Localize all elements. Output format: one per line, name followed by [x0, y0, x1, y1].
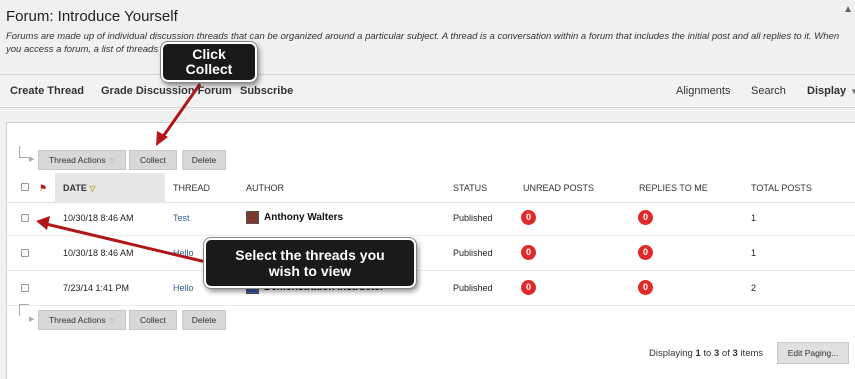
callout-line: Collect: [185, 61, 233, 77]
bracket-line: [19, 146, 29, 158]
collect-button[interactable]: Collect: [129, 310, 177, 330]
table-row: 10/30/18 8:46 AM Hello Published 0 0 1: [7, 236, 855, 271]
delete-button[interactable]: Delete: [182, 150, 226, 170]
unread-column-header[interactable]: UNREAD POSTS: [523, 183, 594, 193]
unread-badge[interactable]: 0: [521, 280, 536, 295]
row-status: Published: [453, 248, 493, 258]
arrow-right-icon: ▶: [29, 156, 35, 163]
chevron-down-icon: ▼: [850, 87, 855, 96]
total-column-header[interactable]: TOTAL POSTS: [751, 183, 812, 193]
row-status: Published: [453, 283, 493, 293]
display-menu[interactable]: Display ▼: [807, 85, 855, 97]
thread-actions-label: Thread Actions: [48, 315, 106, 325]
row-checkbox[interactable]: [21, 214, 29, 222]
page-title: Forum: Introduce Yourself: [6, 8, 178, 25]
sort-icon: ▽: [89, 184, 96, 193]
alignments-button[interactable]: Alignments: [676, 85, 730, 97]
collect-button[interactable]: Collect: [129, 150, 177, 170]
row-checkbox[interactable]: [21, 284, 29, 292]
collapse-icon[interactable]: ▲: [843, 4, 853, 15]
grade-forum-button[interactable]: Grade Discussion Forum: [101, 85, 232, 97]
row-total: 2: [751, 283, 757, 293]
thread-column-header[interactable]: THREAD: [173, 183, 210, 193]
paging-to-word: to: [703, 348, 712, 359]
date-column-header[interactable]: DATE ▽: [63, 183, 96, 193]
select-all-checkbox[interactable]: [21, 183, 29, 191]
delete-button[interactable]: Delete: [182, 310, 226, 330]
row-date: 10/30/18 8:46 AM: [63, 248, 134, 258]
paging-suffix: items: [740, 348, 764, 359]
date-header-label: DATE: [63, 183, 87, 193]
collect-callout: Click Collect: [161, 42, 257, 82]
replies-badge[interactable]: 0: [638, 280, 653, 295]
paging-of-word: of: [721, 348, 730, 359]
callout-line: Click: [192, 46, 226, 62]
replies-badge[interactable]: 0: [638, 245, 653, 260]
replies-badge[interactable]: 0: [638, 210, 653, 225]
row-checkbox[interactable]: [21, 249, 29, 257]
select-threads-callout: Select the threads you wish to view: [204, 238, 416, 288]
row-author: Anthony Walters: [264, 212, 344, 223]
create-thread-button[interactable]: Create Thread: [10, 85, 84, 97]
thread-link[interactable]: Hello: [173, 283, 194, 293]
paging-to: 3: [713, 348, 720, 359]
forum-description: Forums are made up of individual discuss…: [6, 31, 840, 55]
callout-line: wish to view: [268, 263, 352, 279]
paging-total: 3: [732, 348, 738, 359]
thread-link[interactable]: Test: [173, 213, 190, 223]
row-status: Published: [453, 213, 493, 223]
thread-actions-label: Thread Actions: [48, 155, 106, 165]
table-row: 7/23/14 1:41 PM Hello Demonstration Inst…: [7, 271, 855, 306]
row-date: 10/30/18 8:46 AM: [63, 213, 134, 223]
bracket-line: [19, 304, 29, 316]
row-total: 1: [751, 248, 757, 258]
thread-list-panel: ▶ Thread Actions ▽ Collect Delete ⚑ DATE …: [6, 122, 855, 379]
avatar: [246, 211, 259, 224]
unread-badge[interactable]: 0: [521, 210, 536, 225]
author-column-header[interactable]: AUTHOR: [246, 183, 284, 193]
paging-summary: Displaying 1 to 3 of 3 items: [649, 348, 763, 359]
search-button[interactable]: Search: [751, 85, 786, 97]
table-row: 10/30/18 8:46 AM Test Anthony Walters Pu…: [7, 201, 855, 236]
display-label: Display: [807, 85, 847, 97]
flag-icon[interactable]: ⚑: [39, 183, 47, 194]
thread-actions-button[interactable]: Thread Actions ▽: [38, 310, 126, 330]
arrow-right-icon: ▶: [29, 316, 35, 323]
edit-paging-button[interactable]: Edit Paging...: [777, 342, 849, 364]
paging-from: 1: [695, 348, 701, 359]
replies-column-header[interactable]: REPLIES TO ME: [639, 183, 708, 193]
paging-prefix: Displaying: [649, 348, 693, 359]
unread-badge[interactable]: 0: [521, 245, 536, 260]
row-date: 7/23/14 1:41 PM: [63, 283, 130, 293]
callout-line: Select the threads you: [235, 247, 385, 263]
table-header: ⚑ DATE ▽ THREAD AUTHOR STATUS UNREAD POS…: [7, 173, 855, 203]
subscribe-button[interactable]: Subscribe: [240, 85, 293, 97]
chevron-down-icon: ▽: [109, 318, 116, 325]
action-bar: Create Thread Grade Discussion Forum Sub…: [0, 74, 855, 108]
thread-link[interactable]: Hello: [173, 248, 194, 258]
thread-actions-button[interactable]: Thread Actions ▽: [38, 150, 126, 170]
row-total: 1: [751, 213, 757, 223]
chevron-down-icon: ▽: [109, 158, 116, 165]
status-column-header[interactable]: STATUS: [453, 183, 487, 193]
